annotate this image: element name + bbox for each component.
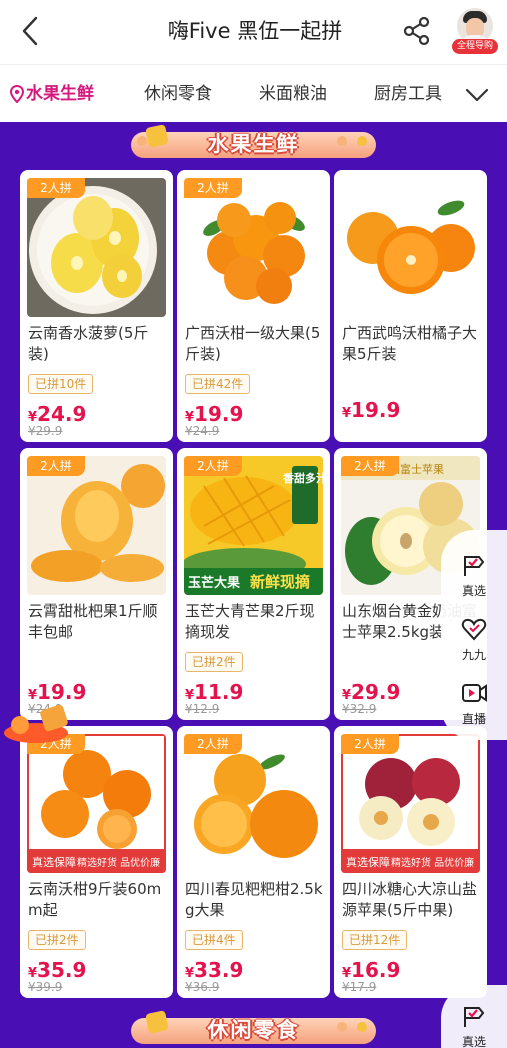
svg-text:真选保障: 真选保障 — [346, 855, 390, 869]
sold-count-badge: 已拼2件 — [28, 930, 86, 950]
svg-text:精选好货 品优价廉: 精选好货 品优价廉 — [77, 856, 160, 869]
product-image-pineapple — [27, 178, 166, 317]
top-bar: 嗨Five 黑伍一起拼 全程导购 — [0, 0, 507, 64]
floating-shortcut-rail: 真选 九九 直播 — [441, 530, 507, 740]
original-price: ¥12.9 — [185, 702, 220, 716]
sold-count-badge: 已拼2件 — [185, 652, 243, 672]
back-button[interactable] — [14, 14, 48, 48]
product-name: 广西武鸣沃柑橘子大果5斤装 — [342, 324, 478, 363]
group-buy-tag: 2人拼 — [184, 456, 242, 476]
section-banner-fruit: 水果生鲜 — [131, 122, 376, 160]
product-name: 四川春见粑粑柑2.5kg大果 — [185, 880, 323, 919]
svg-text:精选好货 品优价廉: 精选好货 品优价廉 — [391, 856, 474, 869]
original-price: ¥36.9 — [185, 980, 220, 994]
shortcut-jiujiu[interactable]: 九九 — [441, 606, 507, 668]
product-card[interactable]: 2人拼 广西沃柑一级大果(5斤装) 已拼42件 ¥19.9 ¥24.9 — [177, 170, 330, 442]
live-video-icon — [462, 684, 487, 702]
original-price: ¥24.9 — [185, 424, 220, 438]
sold-count-badge: 已拼42件 — [185, 374, 251, 394]
guide-avatar[interactable]: 全程导购 — [452, 8, 498, 54]
shortcut-label: 真选 — [461, 584, 486, 598]
sold-count-badge: 已拼10件 — [28, 374, 94, 394]
tab-grain-oil[interactable]: 米面粮油 — [259, 81, 327, 107]
product-image-mandarin: 真选保障 精选好货 品优价廉 — [27, 734, 166, 873]
product-image-loquat — [27, 456, 166, 595]
category-tabs: 水果生鲜 休闲零食 米面粮油 厨房工具 — [0, 64, 507, 123]
group-buy-tag: 2人拼 — [184, 734, 242, 754]
product-name: 云南香水菠萝(5斤装) — [28, 324, 149, 363]
product-image-ponkan — [184, 734, 323, 873]
tab-snacks[interactable]: 休闲零食 — [144, 81, 212, 107]
tab-kitchen[interactable]: 厨房工具 — [374, 81, 442, 107]
product-price: ¥19.9 — [342, 398, 401, 422]
product-image-mango: 香甜多汁 玉芒大果 新鲜现摘 — [184, 456, 323, 595]
product-card[interactable]: 2人拼 云南香水菠萝(5斤装) 已拼10件 ¥24.9 ¥29.9 — [20, 170, 173, 442]
page-title: 嗨Five 黑伍一起拼 — [167, 19, 343, 43]
check-flag-icon — [464, 1007, 485, 1027]
original-price: ¥32.9 — [342, 702, 377, 716]
section-title-fruit: 水果生鲜 — [207, 132, 300, 156]
product-name: 玉芒大青芒果2斤现摘现发 — [185, 602, 315, 641]
group-buy-tag: 2人拼 — [27, 178, 85, 198]
group-buy-tag: 2人拼 — [341, 456, 399, 476]
svg-text:新鲜现摘: 新鲜现摘 — [250, 573, 310, 591]
product-section: 水果生鲜 2人拼 云南香水菠萝(5斤装) 已拼10件 ¥24.9 ¥29.9 2… — [0, 122, 507, 1048]
product-card[interactable]: 真选保障 精选好货 品优价廉 2人拼 云南沃柑9斤装60mm起 已拼2件 ¥35… — [20, 726, 173, 998]
tab-fruit-label: 水果生鲜 — [26, 84, 94, 104]
location-pin-icon — [10, 85, 24, 103]
shortcut-live[interactable]: 直播 — [441, 670, 507, 732]
product-card[interactable]: 香甜多汁 玉芒大果 新鲜现摘 2人拼 玉芒大青芒果2斤现摘现发 已拼2件 ¥11… — [177, 448, 330, 720]
share-button[interactable] — [400, 14, 434, 48]
chevron-left-icon — [22, 16, 38, 46]
section-title-snacks: 休闲零食 — [207, 1018, 300, 1042]
tab-fruit[interactable]: 水果生鲜 — [10, 81, 94, 107]
shortcut-label: 真选 — [461, 1035, 486, 1048]
product-card[interactable]: 真选保障 精选好货 品优价廉 2人拼 四川冰糖心大凉山盐源苹果(5斤中果) 已拼… — [334, 726, 487, 998]
product-name: 云南沃柑9斤装60mm起 — [28, 880, 162, 919]
share-icon — [403, 16, 430, 46]
product-card[interactable]: 2人拼 云霄甜枇杷果1斤顺丰包邮 ¥19.9 ¥24.9 — [20, 448, 173, 720]
original-price: ¥17.9 — [342, 980, 377, 994]
expand-categories-button[interactable] — [462, 83, 492, 107]
sold-count-badge: 已拼12件 — [342, 930, 408, 950]
product-image-tangerine — [341, 178, 480, 317]
product-name: 云霄甜枇杷果1斤顺丰包邮 — [28, 602, 158, 641]
product-card[interactable]: 2人拼 四川春见粑粑柑2.5kg大果 已拼4件 ¥33.9 ¥36.9 — [177, 726, 330, 998]
group-buy-tag: 2人拼 — [27, 456, 85, 476]
group-buy-tag: 2人拼 — [341, 734, 399, 754]
shortcut-zhenxuan[interactable]: 真选 — [441, 542, 507, 604]
svg-text:真选保障: 真选保障 — [32, 855, 76, 869]
original-price: ¥29.9 — [28, 424, 63, 438]
section-banner-snacks: 休闲零食 — [131, 1008, 376, 1046]
original-price: ¥39.9 — [28, 980, 63, 994]
product-name: 广西沃柑一级大果(5斤装) — [185, 324, 321, 363]
red-packet-icon[interactable] — [2, 703, 78, 743]
svg-text:香甜多汁: 香甜多汁 — [282, 471, 323, 485]
product-name: 四川冰糖心大凉山盐源苹果(5斤中果) — [342, 880, 478, 919]
group-buy-tag: 2人拼 — [184, 178, 242, 198]
guide-badge: 全程导购 — [452, 39, 498, 54]
shortcut-label: 直播 — [461, 712, 486, 726]
shortcut-label: 九九 — [461, 648, 486, 662]
product-image-red-apple: 真选保障 精选好货 品优价廉 — [341, 734, 480, 873]
heart-nine-icon — [461, 618, 487, 641]
bottom-shortcut-zhenxuan[interactable]: 真选 — [441, 985, 507, 1048]
product-card[interactable]: 广西武鸣沃柑橘子大果5斤装 ¥19.9 — [334, 170, 487, 442]
sold-count-badge: 已拼4件 — [185, 930, 243, 950]
chevron-down-icon — [465, 88, 489, 102]
check-flag-icon — [464, 556, 485, 576]
product-image-orange — [184, 178, 323, 317]
svg-text:玉芒大果: 玉芒大果 — [188, 575, 240, 591]
